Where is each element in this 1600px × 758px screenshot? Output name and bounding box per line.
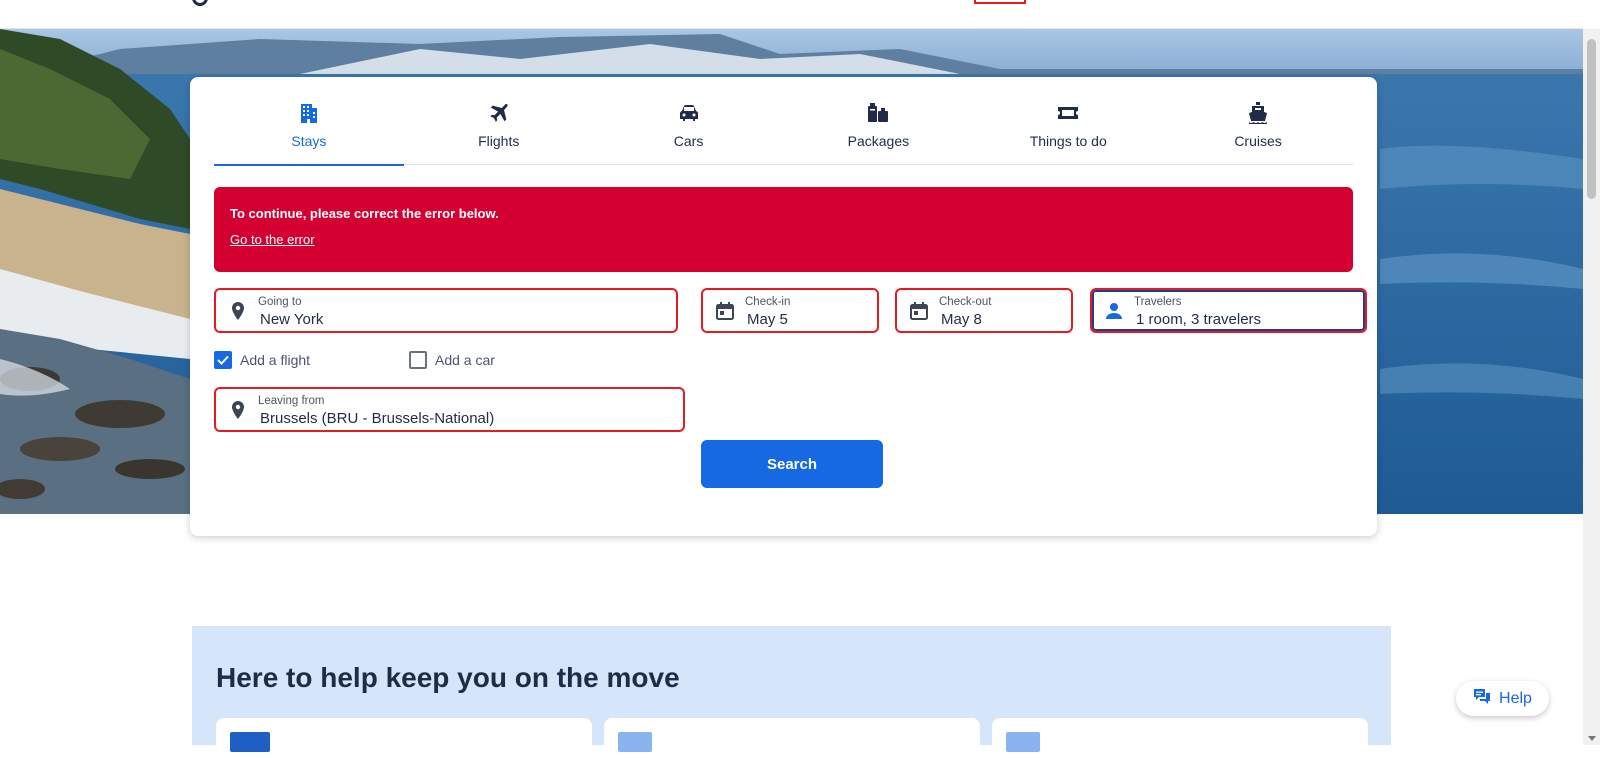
person-icon (1104, 301, 1124, 321)
chat-icon (1473, 688, 1491, 709)
field-value: May 8 (941, 311, 982, 328)
tab-label: Stays (291, 133, 327, 149)
field-value: May 5 (747, 311, 788, 328)
percent-icon (618, 732, 652, 752)
map-pin-icon (228, 400, 248, 420)
go-to-error-link[interactable]: Go to the error (230, 232, 315, 247)
tab-label: Flights (478, 133, 520, 149)
error-banner: To continue, please correct the error be… (214, 187, 1353, 272)
page-scrollbar[interactable] (1583, 29, 1600, 745)
product-tabs: Stays Flights Cars Packages Things to do (214, 77, 1353, 166)
add-car-checkbox[interactable]: Add a car (409, 351, 495, 369)
field-label: Travelers (1134, 296, 1182, 308)
help-section: Here to help keep you on the move (192, 626, 1391, 758)
leaving-from-field[interactable]: Leaving from Brussels (BRU - Brussels-Na… (214, 387, 685, 432)
ticket-icon (1056, 101, 1080, 125)
tab-stays[interactable]: Stays (214, 77, 404, 166)
check-out-field[interactable]: Check-out May 8 (895, 288, 1073, 333)
checkbox-unchecked[interactable] (409, 351, 427, 369)
calendar-icon (909, 301, 929, 321)
luggage-icon (866, 101, 890, 125)
scrollbar-thumb[interactable] (1587, 39, 1596, 199)
field-label: Check-in (745, 296, 791, 308)
error-title: To continue, please correct the error be… (230, 206, 499, 221)
search-card: Stays Flights Cars Packages Things to do (190, 77, 1377, 536)
help-card[interactable] (604, 718, 980, 758)
tab-cruises[interactable]: Cruises (1163, 77, 1353, 165)
help-label: Help (1499, 689, 1532, 707)
section-heading: Here to help keep you on the move (216, 662, 680, 693)
help-button[interactable]: Help (1456, 681, 1549, 716)
check-in-field[interactable]: Check-in May 5 (701, 288, 879, 333)
tab-label: Cars (673, 133, 704, 149)
brand-logo[interactable] (192, 0, 208, 8)
card-icon (230, 732, 270, 752)
tab-flights[interactable]: Flights (404, 77, 594, 165)
logo-mark-icon (192, 0, 208, 6)
add-flight-checkbox[interactable]: Add a flight (214, 351, 310, 369)
ship-icon (1246, 101, 1270, 125)
travelers-field[interactable]: Travelers 1 room, 3 travelers (1090, 288, 1367, 333)
tab-packages[interactable]: Packages (783, 77, 973, 165)
tab-label: Things to do (1029, 133, 1107, 149)
field-label: Leaving from (258, 395, 325, 407)
search-button[interactable]: Search (701, 440, 883, 488)
field-label: Going to (258, 296, 302, 308)
field-value: New York (260, 311, 324, 328)
document-icon (1006, 732, 1040, 752)
field-value: 1 room, 3 travelers (1136, 311, 1262, 328)
field-label: Check-out (939, 296, 992, 308)
car-icon (677, 101, 701, 125)
tab-things-to-do[interactable]: Things to do (973, 77, 1163, 165)
tab-cars[interactable]: Cars (594, 77, 784, 165)
field-value: Brussels (BRU - Brussels-National) (260, 410, 495, 427)
scroll-down-arrow-icon[interactable] (1588, 736, 1596, 741)
plane-icon (487, 101, 511, 125)
checkbox-checked[interactable] (214, 351, 232, 369)
tab-label: Cruises (1234, 133, 1282, 149)
tab-label: Packages (847, 133, 910, 149)
going-to-field[interactable]: Going to New York (214, 288, 678, 333)
checkbox-label: Add a car (435, 352, 495, 368)
help-card[interactable] (216, 718, 592, 758)
calendar-icon (715, 301, 735, 321)
top-header (0, 0, 1583, 29)
map-pin-icon (228, 301, 248, 321)
building-icon (297, 101, 321, 125)
checkbox-label: Add a flight (240, 352, 311, 368)
highlighted-header-link[interactable] (974, 0, 1026, 4)
help-card[interactable] (992, 718, 1368, 758)
